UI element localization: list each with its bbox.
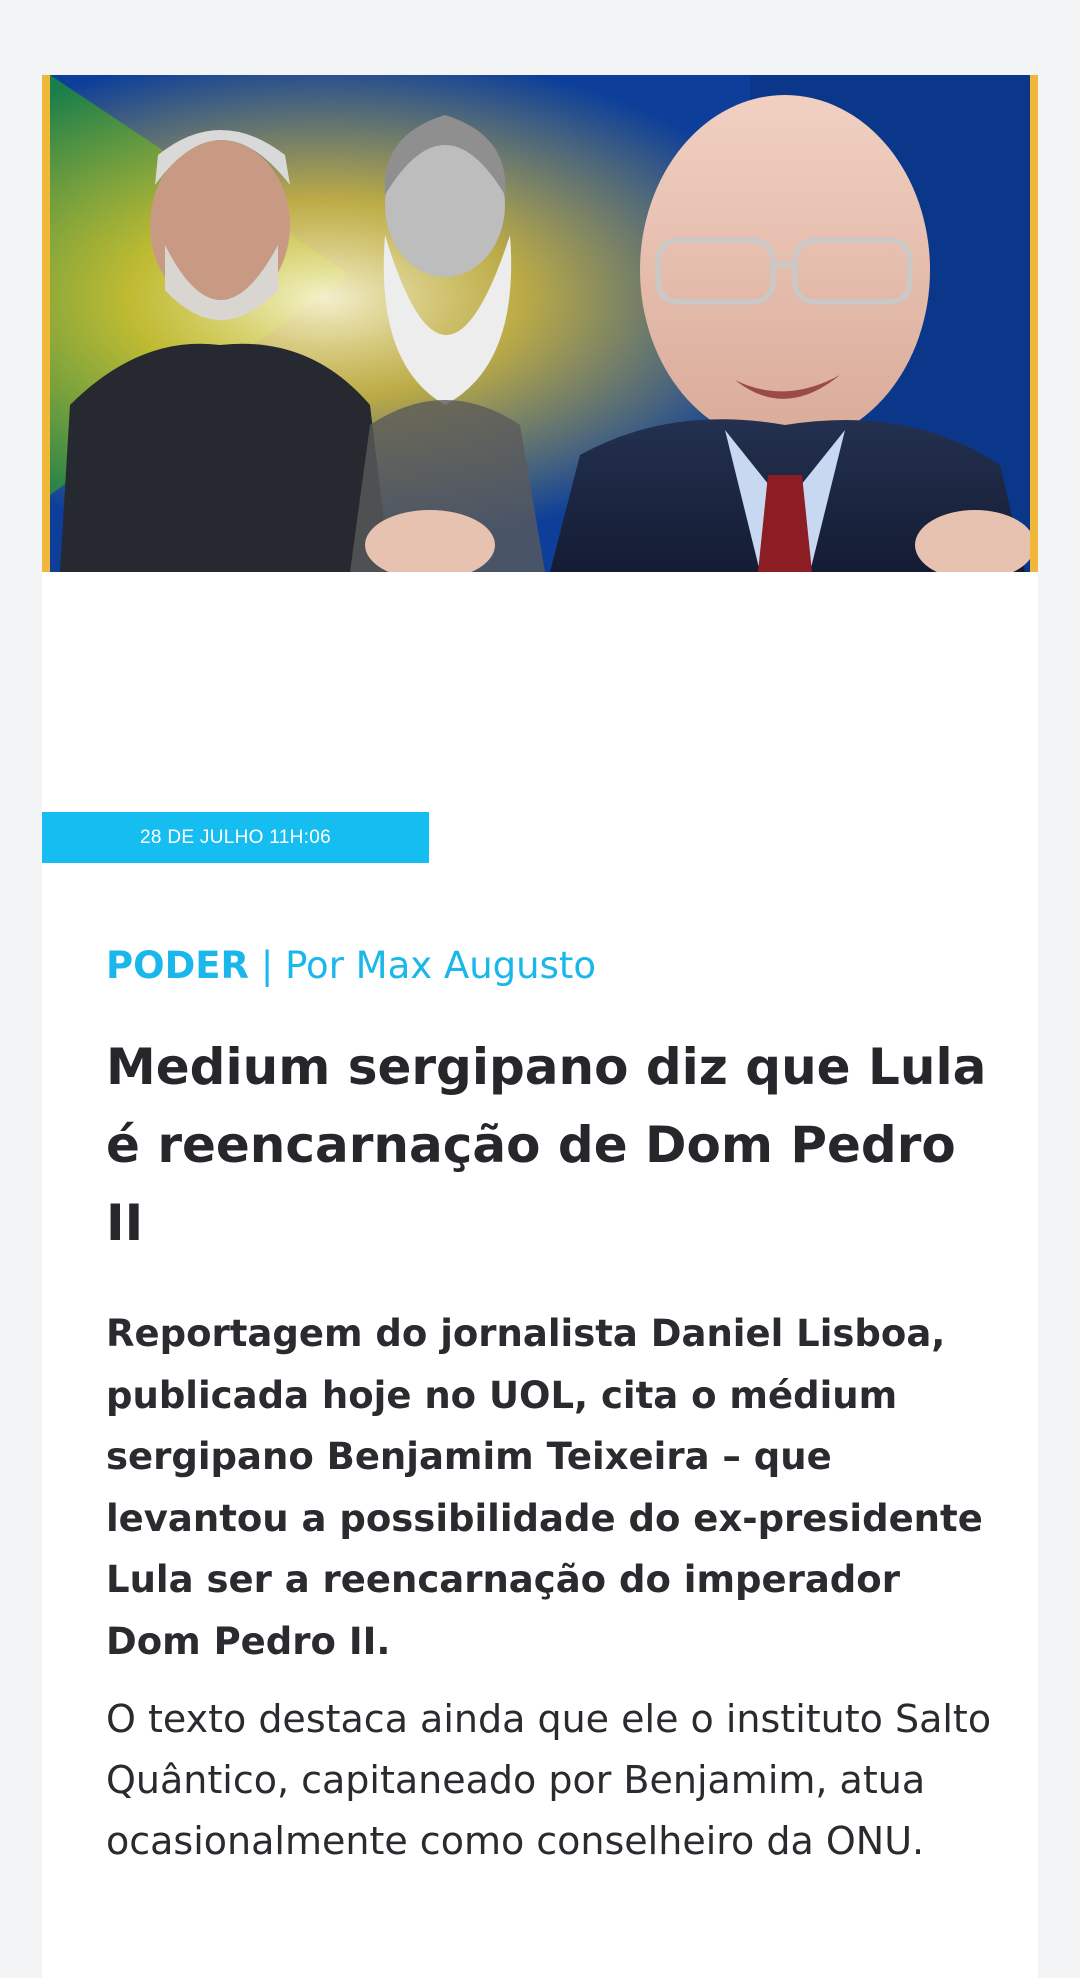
meta-separator: | — [260, 944, 274, 987]
hero-image — [42, 75, 1038, 572]
article-card: 28 DE JULHO 11H:06 PODER | Por Max Augus… — [42, 75, 1038, 1978]
article-title: Medium sergipano diz que Lula é reencarn… — [106, 1038, 987, 1252]
hero-illustration — [50, 75, 1030, 572]
article-body-paragraph: O texto destaca ainda que ele o institut… — [106, 1697, 992, 1863]
author-byline[interactable]: Por Max Augusto — [285, 944, 596, 987]
article-page: 28 DE JULHO 11H:06 PODER | Por Max Augus… — [0, 0, 1080, 1978]
article-lead: Reportagem do jornalista Daniel Lisboa, … — [106, 1312, 983, 1663]
section-link[interactable]: PODER — [106, 944, 249, 987]
publish-date-badge: 28 DE JULHO 11H:06 — [42, 812, 429, 863]
article-meta: PODER | Por Max Augusto — [106, 944, 596, 988]
